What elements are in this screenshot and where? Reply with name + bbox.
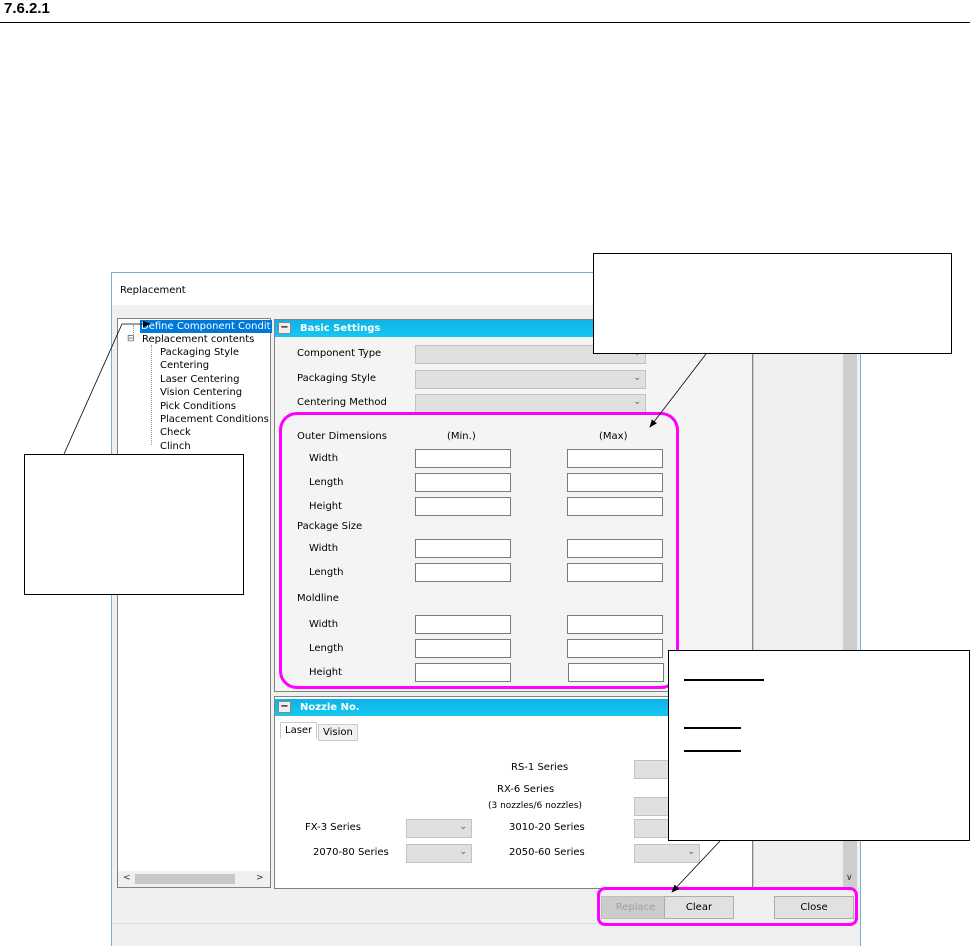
arrow-left [63, 323, 123, 455]
arrow-bottom-right [671, 840, 721, 893]
arrow-top-right [649, 353, 707, 428]
callout-arrows [63, 320, 721, 893]
